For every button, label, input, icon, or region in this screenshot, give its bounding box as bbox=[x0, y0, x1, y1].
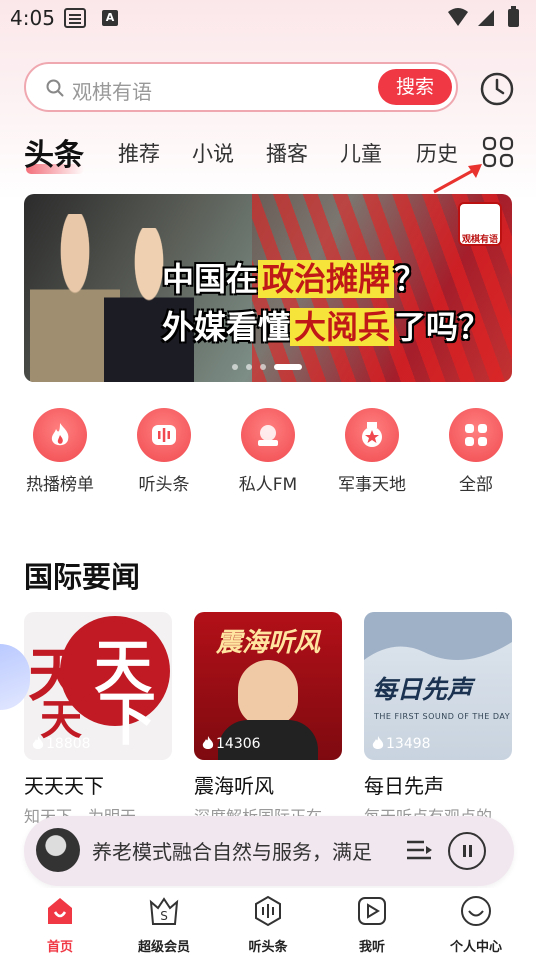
quick-link-label: 热播榜单 bbox=[26, 475, 94, 495]
mini-player[interactable]: 养老模式融合自然与服务，满足 bbox=[24, 816, 514, 886]
flame-icon bbox=[372, 736, 384, 749]
sound-wave-icon bbox=[255, 895, 281, 927]
player-track-title: 养老模式融合自然与服务，满足 bbox=[92, 840, 372, 864]
cover-host-face bbox=[238, 660, 298, 726]
wifi-signal-battery-icon bbox=[448, 6, 519, 27]
player-cover-art bbox=[36, 828, 80, 872]
album-card-zhenhai[interactable]: 震海听风 14306 震海听风 深度解析国际正在 bbox=[194, 612, 342, 823]
tab-headlines[interactable]: 头条 bbox=[24, 130, 84, 174]
play-count: 18808 bbox=[32, 736, 91, 752]
album-cover: 天 天 天 下 18808 bbox=[24, 612, 172, 760]
nav-super-vip[interactable]: S 超级会员 bbox=[114, 894, 214, 954]
tab-podcast[interactable]: 播客 bbox=[266, 138, 308, 168]
search-input[interactable]: 观棋有语 搜索 bbox=[24, 62, 458, 112]
play-square-icon bbox=[358, 897, 386, 925]
banner-dot-active bbox=[274, 364, 302, 370]
flame-icon bbox=[32, 736, 44, 749]
smiley-profile-icon bbox=[461, 896, 491, 926]
nav-home[interactable]: 首页 bbox=[10, 894, 110, 954]
playlist-icon[interactable] bbox=[404, 836, 434, 866]
banner-headline-2: 外媒看懂 大阅兵 了吗？ bbox=[162, 308, 491, 346]
tab-recommend[interactable]: 推荐 bbox=[118, 138, 160, 168]
nav-listen-headlines[interactable]: 听头条 bbox=[218, 894, 318, 954]
nav-label: 个人中心 bbox=[449, 940, 502, 954]
status-bar: 4:05 A bbox=[0, 0, 536, 36]
play-count: 13498 bbox=[372, 736, 431, 752]
annotation-arrow-icon bbox=[433, 164, 482, 194]
svg-text:S: S bbox=[160, 909, 168, 923]
album-title: 震海听风 bbox=[194, 774, 274, 798]
cover-subtitle: THE FIRST SOUND OF THE DAY bbox=[374, 712, 511, 721]
history-clock-icon[interactable] bbox=[478, 70, 516, 108]
nav-label: 首页 bbox=[46, 940, 73, 954]
quick-link-label: 军事天地 bbox=[338, 475, 406, 495]
nav-label: 我听 bbox=[358, 940, 385, 954]
quick-link-label: 全部 bbox=[459, 475, 493, 495]
section-title: 国际要闻 bbox=[24, 560, 141, 594]
quick-link-all[interactable]: 全部 bbox=[436, 408, 516, 495]
album-cover: 震海听风 14306 bbox=[194, 612, 342, 760]
play-count: 14306 bbox=[202, 736, 261, 752]
quick-link-label: 听头条 bbox=[138, 475, 190, 495]
banner-dot bbox=[260, 364, 266, 370]
search-icon bbox=[46, 79, 64, 97]
banner-pagination bbox=[232, 364, 332, 372]
cover-char: 下 bbox=[98, 685, 157, 753]
flame-icon bbox=[33, 408, 87, 462]
album-title: 天天天下 bbox=[24, 774, 104, 798]
home-icon bbox=[48, 898, 72, 924]
grid-icon bbox=[449, 408, 503, 462]
category-tabs: 头条 推荐 小说 播客 儿童 历史 bbox=[24, 128, 474, 178]
search-placeholder: 观棋有语 bbox=[72, 80, 152, 104]
quick-link-hot-chart[interactable]: 热播榜单 bbox=[20, 408, 100, 495]
nav-my-listening[interactable]: 我听 bbox=[322, 894, 422, 954]
banner-dot bbox=[246, 364, 252, 370]
quick-link-label: 私人FM bbox=[238, 475, 298, 495]
quick-link-listen-headlines[interactable]: 听头条 bbox=[124, 408, 204, 495]
medal-icon bbox=[345, 408, 399, 462]
cover-title: 每日先声 bbox=[372, 675, 473, 704]
bottom-nav: 首页 S 超级会员 听头条 我听 个人中心 bbox=[0, 888, 536, 954]
nav-profile[interactable]: 个人中心 bbox=[426, 894, 526, 954]
status-time: 4:05 bbox=[10, 6, 55, 30]
radio-icon bbox=[241, 408, 295, 462]
album-card-tiantian[interactable]: 天 天 天 下 18808 天天天下 知天下，为明天 bbox=[24, 612, 172, 823]
quick-link-military[interactable]: 军事天地 bbox=[332, 408, 412, 495]
promo-banner[interactable]: 观棋有语 中国在 政治摊牌？ 外媒看懂 大阅兵 了吗？ bbox=[24, 194, 512, 382]
vip-crown-icon: S bbox=[149, 897, 179, 925]
tab-novel[interactable]: 小说 bbox=[192, 138, 234, 168]
nav-label: 听头条 bbox=[248, 940, 288, 954]
search-button[interactable]: 搜索 bbox=[378, 69, 452, 105]
quick-link-private-fm[interactable]: 私人FM bbox=[228, 408, 308, 495]
notification-a-icon: A bbox=[102, 10, 118, 26]
tab-children[interactable]: 儿童 bbox=[340, 138, 382, 168]
album-cover: 每日先声 THE FIRST SOUND OF THE DAY 13498 bbox=[364, 612, 512, 760]
banner-logo: 观棋有语 bbox=[458, 202, 502, 246]
album-title: 每日先声 bbox=[364, 774, 444, 798]
flame-icon bbox=[202, 736, 214, 749]
album-card-meiri[interactable]: 每日先声 THE FIRST SOUND OF THE DAY 13498 每日… bbox=[364, 612, 512, 823]
banner-headline-1: 中国在 政治摊牌？ bbox=[162, 260, 427, 298]
sound-wave-icon bbox=[137, 408, 191, 462]
banner-dot bbox=[232, 364, 238, 370]
nav-label: 超级会员 bbox=[137, 940, 190, 954]
notification-app-icon bbox=[64, 8, 86, 28]
cover-title: 震海听风 bbox=[216, 628, 321, 658]
pause-button[interactable] bbox=[448, 832, 486, 870]
